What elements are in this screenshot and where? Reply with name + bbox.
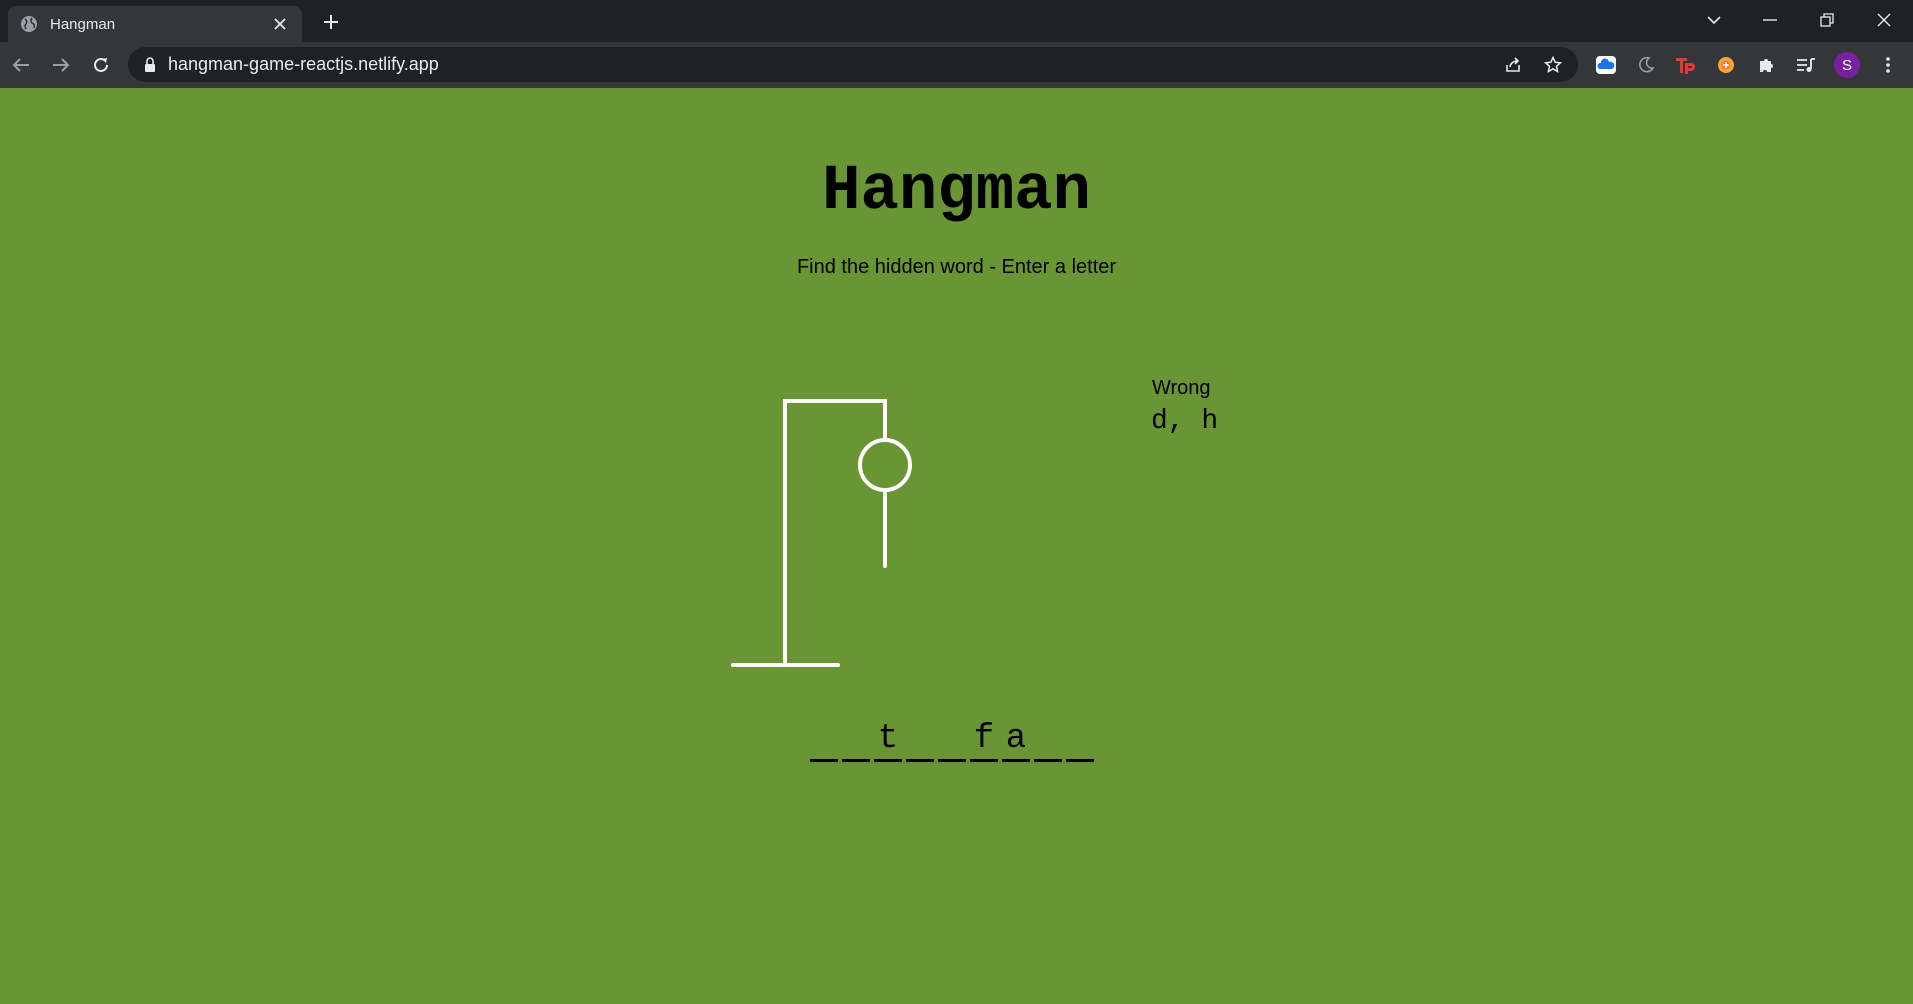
letter-slot (810, 721, 838, 762)
browser-toolbar: hangman-game-reactjs.netlify.app S (0, 42, 1913, 88)
back-button[interactable] (6, 50, 36, 80)
new-tab-button[interactable] (318, 9, 344, 35)
page-content: Hangman Find the hidden word - Enter a l… (0, 88, 1913, 1004)
letter-slot: a (1002, 721, 1030, 762)
moon-extension-icon[interactable] (1632, 51, 1660, 79)
letter-slot: t (874, 721, 902, 762)
letter-slot (938, 721, 966, 762)
letter-slot (906, 721, 934, 762)
reload-button[interactable] (86, 50, 116, 80)
hidden-word: t f a (810, 721, 1098, 762)
wrong-label: Wrong (1152, 377, 1211, 399)
wrong-letters: d, h (1151, 406, 1219, 437)
restore-button[interactable] (1807, 6, 1847, 34)
tab-search-chevron-icon[interactable] (1694, 6, 1734, 34)
letter-slot (1034, 721, 1062, 762)
close-window-button[interactable] (1864, 6, 1904, 34)
puzzle-extensions-icon[interactable] (1752, 51, 1780, 79)
address-bar[interactable]: hangman-game-reactjs.netlify.app (128, 47, 1578, 82)
forward-button[interactable] (46, 50, 76, 80)
media-queue-icon[interactable] (1792, 51, 1820, 79)
lock-icon (144, 56, 156, 73)
bookmark-star-icon[interactable] (1538, 50, 1568, 80)
coin-extension-icon[interactable] (1712, 51, 1740, 79)
minimize-button[interactable] (1750, 6, 1790, 34)
instructions-text: Find the hidden word - Enter a letter (796, 256, 1117, 278)
url-text: hangman-game-reactjs.netlify.app (168, 54, 439, 74)
more-menu-icon[interactable] (1874, 51, 1902, 79)
letter-slot (1066, 721, 1094, 762)
page-title: Hangman (822, 156, 1091, 228)
cloud-extension-icon[interactable] (1592, 51, 1620, 79)
close-tab-icon[interactable] (268, 12, 292, 36)
hangman-head (858, 438, 912, 492)
tab-title: Hangman (50, 15, 116, 33)
tp-extension-icon[interactable] (1672, 51, 1700, 79)
letter-slot (842, 721, 870, 762)
letter-slot: f (970, 721, 998, 762)
share-icon[interactable] (1498, 50, 1528, 80)
tab-strip: Hangman (0, 0, 1913, 42)
hangman-drawing (731, 399, 912, 667)
globe-icon (20, 15, 38, 33)
tab-hangman[interactable]: Hangman (8, 6, 302, 42)
profile-avatar[interactable]: S (1834, 52, 1860, 78)
